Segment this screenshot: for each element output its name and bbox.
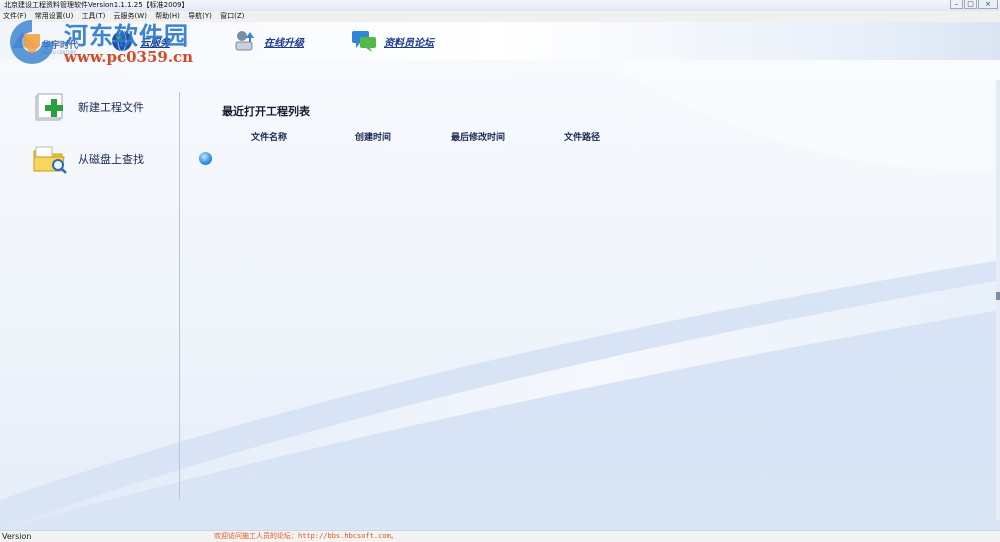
maximize-button[interactable]: □: [964, 0, 977, 9]
upgrade-icon: [235, 31, 254, 51]
column-header-modified-time[interactable]: 最后修改时间: [451, 130, 505, 143]
minimize-button[interactable]: –: [950, 0, 963, 9]
forum-icon: [352, 31, 376, 52]
status-bar: Version 欢迎访问施工人员的论坛：http://bbs.hbcsoft.c…: [0, 530, 1000, 542]
window-title: 北京建设工程资料管理软件Version1.1.1.25【标准2009】: [4, 1, 189, 9]
app-logo: 华宇时代 HUAYU CENTURY: [8, 24, 78, 56]
main-panel: 新建工程文件 从磁盘上查找 最近打开工程列表 文件名称 创建时间 最后修改时间 …: [0, 60, 1000, 530]
scrollbar[interactable]: [996, 80, 1000, 520]
menu-cloud[interactable]: 云服务(W): [114, 11, 147, 22]
close-button[interactable]: ×: [978, 0, 998, 9]
folder-search-icon: [33, 146, 67, 174]
find-on-disk-label: 从磁盘上查找: [78, 153, 144, 166]
forum-button[interactable]: 资料员论坛: [350, 24, 434, 58]
status-version: Version: [2, 532, 32, 541]
menu-bar: 文件(F) 常用设置(U) 工具(T) 云服务(W) 帮助(H) 导航(Y) 窗…: [0, 11, 1000, 22]
menu-help[interactable]: 帮助(H): [155, 11, 180, 22]
new-project-label: 新建工程文件: [78, 101, 144, 114]
forum-label: 资料员论坛: [384, 37, 434, 49]
new-project-icon: [35, 93, 63, 121]
menu-window[interactable]: 窗口(Z): [220, 11, 244, 22]
find-on-disk-button[interactable]: 从磁盘上查找: [32, 143, 144, 175]
panel-divider: [179, 92, 180, 500]
cloud-service-button[interactable]: 云服务: [110, 24, 170, 58]
column-header-file-path[interactable]: 文件路径: [564, 130, 600, 143]
cloud-service-label: 云服务: [140, 37, 170, 49]
menu-file[interactable]: 文件(F): [3, 11, 27, 22]
logo-subtitle: HUAYU CENTURY: [42, 50, 76, 55]
menu-navigate[interactable]: 导航(Y): [188, 11, 212, 22]
menu-tools[interactable]: 工具(T): [82, 11, 106, 22]
recent-file-icon[interactable]: [199, 152, 212, 165]
title-bar: 北京建设工程资料管理软件Version1.1.1.25【标准2009】 – □ …: [0, 0, 1000, 11]
column-header-file-name[interactable]: 文件名称: [251, 130, 287, 143]
scrollbar-thumb[interactable]: [996, 292, 1000, 300]
globe-icon: [112, 30, 132, 52]
toolbar: 华宇时代 HUAYU CENTURY 云服务 在线升级 资料员论坛: [0, 22, 1000, 61]
online-upgrade-button[interactable]: 在线升级: [232, 24, 304, 58]
recent-projects-title: 最近打开工程列表: [222, 105, 310, 118]
column-header-created-time[interactable]: 创建时间: [355, 130, 391, 143]
status-message[interactable]: 欢迎访问施工人员的论坛：http://bbs.hbcsoft.com。: [214, 531, 398, 542]
new-project-button[interactable]: 新建工程文件: [32, 90, 144, 124]
menu-settings[interactable]: 常用设置(U): [35, 11, 74, 22]
window-controls: – □ ×: [950, 0, 998, 10]
logo-icon: [12, 32, 38, 48]
online-upgrade-label: 在线升级: [264, 37, 304, 49]
